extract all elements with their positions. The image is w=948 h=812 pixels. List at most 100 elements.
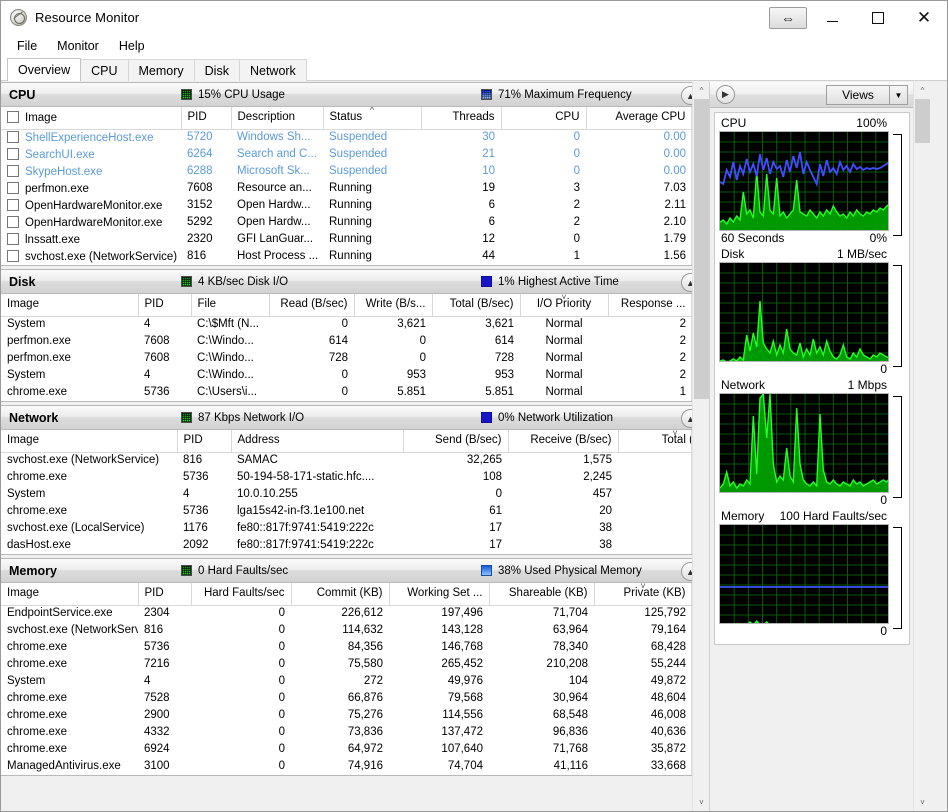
row-checkbox[interactable]: [7, 233, 19, 245]
maximize-button[interactable]: [855, 2, 901, 34]
table-row[interactable]: System4027249,97610449,872: [1, 673, 691, 690]
minimize-button[interactable]: [809, 2, 855, 34]
cell-hard-faults: 0: [191, 724, 291, 741]
disk-col-io-priority[interactable]: ˅I/O Priority: [520, 294, 608, 316]
network-col-image[interactable]: Image: [1, 430, 177, 452]
resize-button[interactable]: ⇔: [769, 7, 807, 29]
tab-overview[interactable]: Overview: [7, 58, 81, 81]
tab-memory[interactable]: Memory: [128, 59, 195, 81]
sort-desc-icon: ˅: [672, 430, 677, 437]
cpu-col-threads[interactable]: Threads: [421, 107, 501, 129]
graphs-pane-scrollbar[interactable]: ^ ˅: [913, 82, 930, 811]
disk-section-header[interactable]: Disk 4 KB/sec Disk I/O 1% Highest Active…: [1, 269, 709, 294]
cpu-col-description[interactable]: Description: [231, 107, 323, 129]
tab-disk[interactable]: Disk: [194, 59, 240, 81]
disk-col-image[interactable]: Image: [1, 294, 138, 316]
table-row[interactable]: svchost.exe (NetworkService)816Host Proc…: [1, 248, 691, 265]
cpu-col-image[interactable]: Image: [1, 107, 181, 129]
cpu-col-average-cpu[interactable]: Average CPU: [586, 107, 691, 129]
table-row[interactable]: perfmon.exe7608C:\Windo...6140614Normal2: [1, 333, 691, 350]
memory-col-working-set[interactable]: Working Set ...: [389, 583, 489, 605]
details-pane-scrollbar[interactable]: ^ ˅: [692, 82, 709, 811]
network-col-total[interactable]: ˅Total (B/sec): [618, 430, 691, 452]
cell-hard-faults: 0: [191, 707, 291, 724]
memory-col-image[interactable]: Image: [1, 583, 138, 605]
memory-col-commit[interactable]: Commit (KB): [291, 583, 389, 605]
memory-col-private[interactable]: ˅Private (KB): [594, 583, 691, 605]
memory-section-header[interactable]: Memory 0 Hard Faults/sec 38% Used Physic…: [1, 558, 709, 583]
table-row[interactable]: lnssatt.exe2320GFI LanGuar...Running1201…: [1, 231, 691, 248]
table-row[interactable]: System4C:\Windo...0953953Normal2: [1, 367, 691, 384]
cpu-section-header[interactable]: CPU 15% CPU Usage 71% Maximum Frequency …: [1, 82, 709, 107]
table-row[interactable]: chrome.exe5736lga15s42-in-f3.1e100.net61…: [1, 503, 691, 520]
scroll-down-icon[interactable]: ˅: [914, 794, 931, 811]
scroll-down-icon[interactable]: ˅: [693, 794, 709, 811]
table-row[interactable]: chrome.exe6924064,972107,64071,76835,872: [1, 741, 691, 758]
table-row[interactable]: EndpointService.exe23040226,612197,49671…: [1, 605, 691, 622]
table-row[interactable]: System410.0.10.2550457457: [1, 486, 691, 503]
cell-commit: 66,876: [291, 690, 389, 707]
disk-col-pid[interactable]: PID: [138, 294, 191, 316]
table-row[interactable]: perfmon.exe7608C:\Windo...7280728Normal2: [1, 350, 691, 367]
disk-col-write[interactable]: Write (B/s...: [354, 294, 432, 316]
network-col-receive[interactable]: Receive (B/sec): [508, 430, 618, 452]
row-checkbox[interactable]: [7, 250, 19, 262]
table-row[interactable]: svchost.exe (NetworkService)816SAMAC32,2…: [1, 452, 691, 469]
scroll-thumb[interactable]: [915, 99, 930, 143]
table-row[interactable]: OpenHardwareMonitor.exe3152Open Hardw...…: [1, 197, 691, 214]
cell-commit: 75,276: [291, 707, 389, 724]
table-row[interactable]: chrome.exe5736C:\Users\i...05.8515.851No…: [1, 384, 691, 401]
row-checkbox[interactable]: [7, 165, 19, 177]
table-row[interactable]: chrome.exe7216075,580265,452210,20855,24…: [1, 656, 691, 673]
table-row[interactable]: chrome.exe573650-194-58-171-static.hfc..…: [1, 469, 691, 486]
network-col-send[interactable]: Send (B/sec): [403, 430, 508, 452]
disk-col-response[interactable]: Response ...: [608, 294, 691, 316]
cpu-col-pid[interactable]: PID: [181, 107, 231, 129]
scroll-up-icon[interactable]: ^: [693, 82, 709, 99]
table-row[interactable]: chrome.exe4332073,836137,47296,83640,636: [1, 724, 691, 741]
table-row[interactable]: SkypeHost.exe6288Microsoft Sk...Suspende…: [1, 163, 691, 180]
network-section-header[interactable]: Network 87 Kbps Network I/O 0% Network U…: [1, 405, 709, 430]
disk-col-read[interactable]: Read (B/sec): [269, 294, 354, 316]
row-checkbox[interactable]: [7, 199, 19, 211]
memory-table-rows: EndpointService.exe23040226,612197,49671…: [1, 605, 691, 775]
disk-col-file[interactable]: File: [191, 294, 269, 316]
scroll-thumb[interactable]: [694, 99, 709, 399]
memory-col-pid[interactable]: PID: [138, 583, 191, 605]
table-row[interactable]: chrome.exe2900075,276114,55668,54846,008: [1, 707, 691, 724]
cell-pid: 6288: [181, 163, 231, 180]
menu-item-file[interactable]: File: [7, 37, 47, 55]
tab-network[interactable]: Network: [239, 59, 307, 81]
network-col-pid[interactable]: PID: [177, 430, 231, 452]
memory-col-hard-faults[interactable]: Hard Faults/sec: [191, 583, 291, 605]
disk-col-total[interactable]: Total (B/sec): [432, 294, 520, 316]
table-row[interactable]: ManagedAntivirus.exe3100074,91674,70441,…: [1, 758, 691, 775]
cell-working-set: 107,640: [389, 741, 489, 758]
table-row[interactable]: svchost.exe (LocalService)1176fe80::817f…: [1, 520, 691, 537]
cpu-col-status[interactable]: ^Status: [323, 107, 421, 129]
tab-cpu[interactable]: CPU: [80, 59, 128, 81]
table-row[interactable]: SearchUI.exe6264Search and C...Suspended…: [1, 146, 691, 163]
expand-panel-button[interactable]: ▶: [716, 85, 735, 104]
cpu-col-cpu[interactable]: CPU: [501, 107, 586, 129]
table-row[interactable]: perfmon.exe7608Resource an...Running1937…: [1, 180, 691, 197]
scroll-up-icon[interactable]: ^: [914, 82, 931, 99]
table-row[interactable]: svchost.exe (NetworkService)8160114,6321…: [1, 622, 691, 639]
row-checkbox[interactable]: [7, 216, 19, 228]
menu-item-help[interactable]: Help: [109, 37, 155, 55]
table-row[interactable]: dasHost.exe2092fe80::817f:9741:5419:222c…: [1, 537, 691, 554]
select-all-checkbox[interactable]: [7, 111, 19, 123]
views-dropdown[interactable]: Views ▼: [826, 85, 908, 105]
row-checkbox[interactable]: [7, 182, 19, 194]
network-col-address[interactable]: Address: [231, 430, 403, 452]
menu-item-monitor[interactable]: Monitor: [47, 37, 109, 55]
table-row[interactable]: System4C:\$Mft (N...03,6213,621Normal2: [1, 316, 691, 333]
close-button[interactable]: ✕: [901, 2, 947, 34]
table-row[interactable]: chrome.exe5736084,356146,76878,34068,428: [1, 639, 691, 656]
row-checkbox[interactable]: [7, 148, 19, 160]
row-checkbox[interactable]: [7, 131, 19, 143]
table-row[interactable]: ShellExperienceHost.exe5720Windows Sh...…: [1, 129, 691, 146]
table-row[interactable]: OpenHardwareMonitor.exe5292Open Hardw...…: [1, 214, 691, 231]
memory-col-shareable[interactable]: Shareable (KB): [489, 583, 594, 605]
table-row[interactable]: chrome.exe7528066,87679,56830,96448,604: [1, 690, 691, 707]
